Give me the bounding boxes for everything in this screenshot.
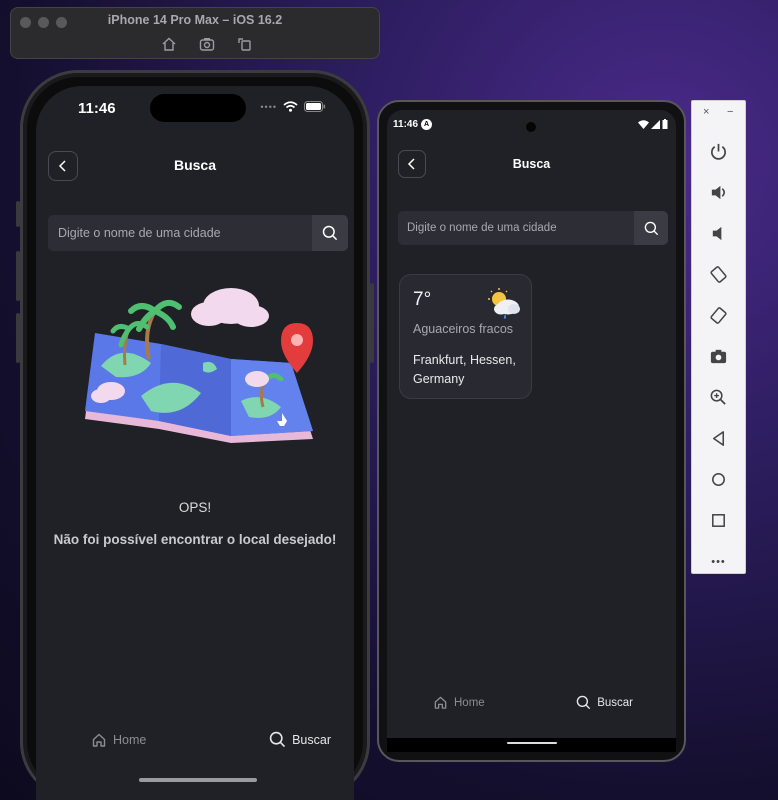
partly-cloudy-rain-icon bbox=[488, 288, 520, 319]
android-device: 11:46 A Busca 7° bbox=[377, 100, 686, 762]
volume-down-icon bbox=[712, 226, 722, 241]
android-status-time: 11:46 bbox=[393, 119, 419, 130]
tab-buscar[interactable]: Buscar bbox=[576, 695, 633, 710]
more-button[interactable]: ••• bbox=[704, 541, 734, 582]
ios-status-time: 11:46 bbox=[78, 100, 116, 117]
android-screen: 11:46 A Busca 7° bbox=[387, 110, 676, 738]
emulator-close-button[interactable]: × bbox=[703, 106, 709, 118]
weather-location: Frankfurt, Hessen, Germany bbox=[413, 353, 516, 386]
home-icon bbox=[92, 733, 106, 747]
search-icon bbox=[644, 221, 658, 235]
more-icon: ••• bbox=[711, 555, 726, 568]
screenshot-button[interactable] bbox=[704, 336, 734, 377]
power-button[interactable] bbox=[704, 131, 734, 172]
rotate-left-button[interactable] bbox=[704, 254, 734, 295]
search-bar bbox=[48, 215, 348, 251]
battery-icon bbox=[304, 101, 326, 112]
signal-dots-icon: •••• bbox=[260, 101, 277, 112]
home-circle-icon bbox=[712, 473, 725, 486]
ios-status-icons: •••• bbox=[260, 101, 326, 112]
tab-home[interactable]: Home bbox=[433, 695, 485, 710]
page-title: Busca bbox=[173, 157, 217, 173]
overview-nav-button[interactable] bbox=[704, 500, 734, 541]
weather-description: Aguaceiros fracos bbox=[413, 322, 514, 336]
search-bar bbox=[398, 211, 668, 245]
search-icon bbox=[576, 695, 591, 710]
simulator-title: iPhone 14 Pro Max – iOS 16.2 bbox=[107, 13, 283, 27]
iphone-device: 11:46 •••• Busca Digite o nome de uma ci… bbox=[16, 70, 374, 800]
search-icon bbox=[322, 225, 338, 241]
ops-title: OPS! bbox=[178, 500, 212, 515]
back-nav-button[interactable] bbox=[704, 418, 734, 459]
android-status-icons bbox=[638, 119, 668, 129]
cell-signal-icon bbox=[651, 119, 660, 129]
rotate-icon[interactable] bbox=[237, 36, 253, 57]
map-illustration bbox=[85, 288, 313, 443]
gesture-pill[interactable] bbox=[506, 742, 557, 744]
tab-buscar-label: Buscar bbox=[597, 696, 633, 709]
tab-home-label: Home bbox=[113, 732, 147, 747]
volume-down-side-button bbox=[16, 313, 20, 363]
battery-icon bbox=[662, 119, 668, 129]
rotate-right-button[interactable] bbox=[704, 295, 734, 336]
weather-card[interactable]: 7° Aguaceiros fracos Frankfurt, Hessen, … bbox=[399, 274, 532, 399]
home-icon[interactable] bbox=[161, 36, 177, 57]
search-icon bbox=[269, 731, 286, 748]
search-input[interactable] bbox=[398, 211, 634, 245]
zoom-icon bbox=[710, 389, 726, 405]
rotate-left-icon bbox=[710, 266, 727, 283]
volume-up-icon bbox=[711, 185, 725, 200]
wifi-icon bbox=[638, 119, 649, 129]
page-title: Busca bbox=[512, 157, 551, 171]
wifi-icon bbox=[283, 101, 298, 112]
search-input[interactable] bbox=[48, 215, 312, 251]
screenshot-icon[interactable] bbox=[199, 36, 215, 57]
tab-buscar-label: Buscar bbox=[292, 732, 331, 747]
tab-home[interactable]: Home bbox=[91, 732, 146, 748]
dynamic-island bbox=[150, 94, 246, 122]
front-camera bbox=[524, 120, 538, 134]
back-icon bbox=[712, 431, 725, 446]
power-icon bbox=[711, 143, 726, 160]
power-side-button bbox=[370, 283, 374, 363]
volume-up-button[interactable] bbox=[704, 172, 734, 213]
weather-temperature: 7° bbox=[413, 289, 432, 310]
emulator-minimize-button[interactable]: − bbox=[727, 106, 733, 118]
mute-switch bbox=[16, 201, 20, 227]
rotate-right-icon bbox=[710, 307, 727, 324]
tab-bar: Home Buscar bbox=[91, 731, 331, 748]
home-indicator[interactable] bbox=[139, 778, 257, 782]
emulator-toolbar: × − ••• bbox=[691, 100, 746, 574]
tab-bar: Home Buscar bbox=[433, 695, 633, 710]
home-nav-button[interactable] bbox=[704, 459, 734, 500]
volume-up-side-button bbox=[16, 251, 20, 301]
simulator-titlebar: iPhone 14 Pro Max – iOS 16.2 bbox=[10, 7, 380, 59]
overview-icon bbox=[712, 514, 725, 527]
status-badge: A bbox=[421, 119, 432, 130]
search-button[interactable] bbox=[634, 211, 668, 245]
volume-down-button[interactable] bbox=[704, 213, 734, 254]
camera-icon bbox=[710, 349, 727, 364]
ios-screen: 11:46 •••• Busca Digite o nome de uma ci… bbox=[36, 86, 354, 800]
search-button[interactable] bbox=[312, 215, 348, 251]
tab-home-label: Home bbox=[454, 696, 485, 709]
tab-buscar[interactable]: Buscar bbox=[269, 731, 331, 748]
ops-message: Não foi possível encontrar o local desej… bbox=[53, 532, 337, 547]
android-gesture-bar bbox=[387, 738, 676, 752]
home-icon bbox=[434, 696, 447, 709]
zoom-button[interactable] bbox=[704, 377, 734, 418]
